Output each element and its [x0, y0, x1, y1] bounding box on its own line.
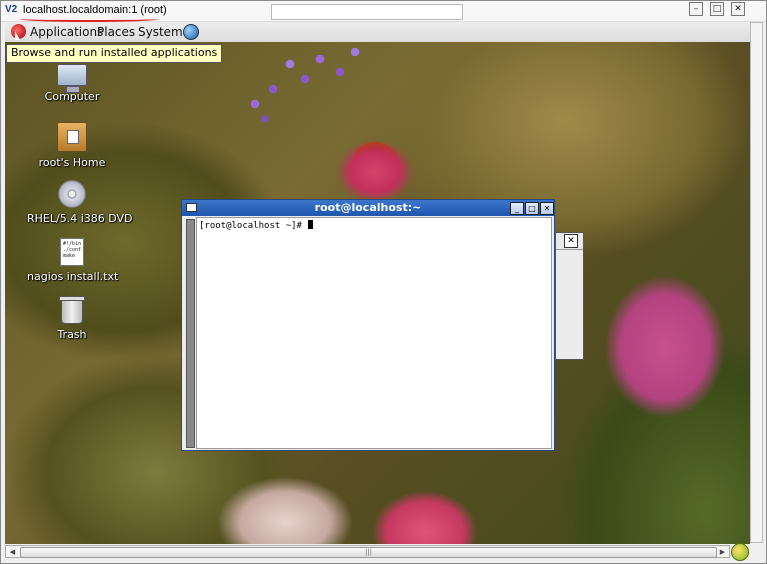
mouse-pointer-icon [15, 31, 20, 40]
prompt-text: [root@localhost ~]# [199, 221, 308, 231]
desktop-background[interactable]: Computer root's Home RHEL/5.4 i386 DVD #… [5, 42, 750, 544]
scroll-right-arrow-icon[interactable]: ▶ [717, 547, 728, 557]
vertical-scrollbar[interactable] [750, 22, 763, 543]
desktop-icon-textfile[interactable]: #!/bin ./conf make nagios install.txt [27, 238, 119, 283]
applications-tooltip: Browse and run installed applications [6, 44, 223, 63]
terminal-titlebar[interactable]: root@localhost:~ _ □ ✕ [182, 200, 554, 216]
web-browser-launcher-icon[interactable] [183, 24, 199, 40]
terminal-title: root@localhost:~ [314, 201, 422, 214]
terminal-prompt: [root@localhost ~]# [199, 220, 314, 231]
viewer-title: localhost.localdomain:1 (root) [23, 4, 167, 16]
desktop-icon-computer[interactable]: Computer [27, 64, 117, 103]
desktop-icon-label: RHEL/5.4 i386 DVD [27, 212, 133, 225]
wallpaper-flowers [235, 44, 375, 124]
title-search-field[interactable] [271, 4, 463, 20]
background-terminal-window[interactable]: ✕ [555, 232, 584, 360]
background-terminal-titlebar[interactable]: ✕ [556, 233, 583, 250]
vnc-viewer-window: V2 localhost.localdomain:1 (root) – □ ✕ … [0, 0, 767, 564]
computer-icon [57, 64, 87, 93]
terminal-window[interactable]: root@localhost:~ _ □ ✕ [root@localhost ~… [181, 199, 555, 451]
desktop-icon-label: Trash [57, 328, 87, 341]
terminal-scrollbar[interactable] [186, 219, 195, 448]
applications-menu[interactable]: Applications [30, 25, 103, 39]
maximize-button[interactable]: □ [710, 2, 724, 16]
scroll-left-arrow-icon[interactable]: ◀ [7, 547, 18, 557]
desktop-icon-home[interactable]: root's Home [27, 122, 117, 169]
dvd-icon [58, 180, 86, 208]
scrollbar-thumb[interactable]: ||| [20, 547, 717, 558]
horizontal-scrollbar[interactable]: ◀ ||| ▶ [5, 545, 730, 558]
gnome-top-panel: Applications Places System [5, 22, 762, 43]
desktop-icon-trash[interactable]: Trash [27, 296, 117, 341]
terminal-output[interactable]: [root@localhost ~]# [196, 217, 552, 449]
close-icon[interactable]: ✕ [564, 234, 578, 248]
system-menu[interactable]: System [138, 25, 183, 39]
desktop-icon-label: nagios install.txt [27, 270, 119, 283]
text-file-icon: #!/bin ./conf make [60, 238, 84, 266]
connection-status-icon[interactable] [731, 543, 749, 561]
viewer-titlebar[interactable]: V2 localhost.localdomain:1 (root) – □ ✕ [1, 1, 766, 22]
text-cursor [308, 220, 314, 229]
terminal-minimize-button[interactable]: _ [510, 202, 524, 215]
desktop-icon-dvd[interactable]: RHEL/5.4 i386 DVD [27, 180, 133, 225]
close-button[interactable]: ✕ [731, 2, 745, 16]
desktop-icon-label: root's Home [38, 156, 106, 169]
trash-icon [59, 296, 85, 324]
vnc-app-icon: V2 [5, 4, 18, 15]
home-folder-icon [57, 122, 87, 152]
terminal-maximize-button[interactable]: □ [525, 202, 539, 215]
places-menu[interactable]: Places [97, 25, 135, 39]
minimize-button[interactable]: – [689, 2, 703, 16]
terminal-close-button[interactable]: ✕ [540, 202, 554, 215]
